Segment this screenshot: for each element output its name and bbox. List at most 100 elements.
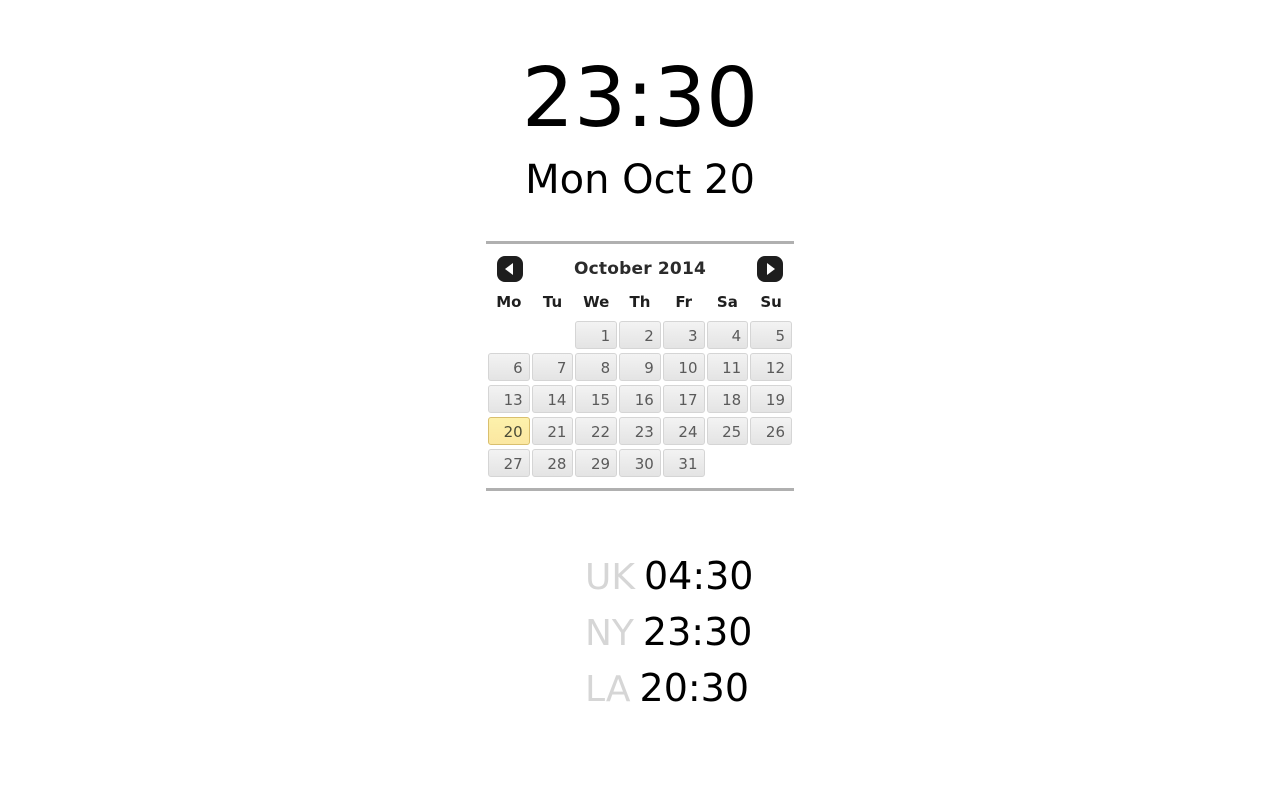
calendar-day-empty (707, 449, 749, 477)
calendar-day-8[interactable]: 8 (575, 353, 618, 381)
calendar-cell: 8 (575, 352, 618, 382)
calendar-day-9[interactable]: 9 (619, 353, 661, 381)
current-time: 23:30 (521, 51, 759, 146)
calendar-day-7[interactable]: 7 (531, 353, 574, 381)
calendar-cell: 10 (662, 352, 705, 382)
calendar-cell: 29 (575, 448, 618, 478)
calendar-day-3[interactable]: 3 (662, 321, 705, 349)
calendar-cell: 15 (575, 384, 618, 414)
calendar-cell: 24 (662, 416, 705, 446)
calendar-day-29[interactable]: 29 (575, 449, 618, 477)
calendar-header: October 2014 (486, 252, 794, 286)
calendar-cell: 11 (706, 352, 749, 382)
calendar-cell: 26 (750, 416, 792, 446)
world-clock-inner: NY 23:30 (515, 604, 765, 668)
calendar-cell: 16 (619, 384, 661, 414)
chevron-left-icon (505, 263, 513, 275)
calendar-cell: 28 (531, 448, 574, 478)
calendar-day-21[interactable]: 21 (531, 417, 574, 445)
weekday-header-mo: Mo (496, 293, 522, 311)
previous-month-button[interactable] (497, 256, 523, 282)
calendar-day-6[interactable]: 6 (488, 353, 530, 381)
calendar-cell: 14 (531, 384, 574, 414)
weekday-header-sa: Sa (716, 293, 738, 311)
weekday-header-th: Th (629, 293, 651, 311)
calendar-day-26[interactable]: 26 (750, 417, 792, 445)
clock-calendar-page: 23:30 Mon Oct 20 October 2014 Mo Tu We T… (0, 0, 1280, 800)
calendar-cell: 18 (706, 384, 749, 414)
calendar-cell: 9 (619, 352, 661, 382)
calendar-day-24[interactable]: 24 (662, 417, 705, 445)
calendar-day-28[interactable]: 28 (531, 449, 574, 477)
calendar-month-title: October 2014 (573, 259, 707, 279)
next-month-button[interactable] (757, 256, 783, 282)
calendar-day-19[interactable]: 19 (750, 385, 792, 413)
calendar-day-20[interactable]: 20 (488, 417, 530, 445)
world-clock-time: 04:30 (643, 554, 754, 598)
calendar-grid: Mo Tu We Th Fr Sa Su 1 2 3 4 5 6 7 8 9 10 11 12 13 14… (486, 286, 794, 480)
world-clock-inner: LA 20:30 (515, 660, 765, 724)
calendar-week-row: 6 7 8 9 10 11 12 (488, 352, 792, 382)
weekday-header-su: Su (760, 293, 782, 311)
calendar-day-13[interactable]: 13 (488, 385, 530, 413)
calendar-day-empty (532, 321, 574, 349)
calendar-body: 1 2 3 4 5 6 7 8 9 10 11 12 13 14 15 16 17 18 19 20 21 22 23 24 2… (488, 320, 792, 478)
calendar-cell: 1 (575, 320, 618, 350)
calendar-cell (488, 320, 530, 350)
calendar-cell: 31 (662, 448, 705, 478)
calendar-day-12[interactable]: 12 (750, 353, 792, 381)
world-clock-label: LA (585, 669, 631, 710)
calendar-cell (750, 448, 792, 478)
calendar-day-17[interactable]: 17 (662, 385, 705, 413)
world-clock-time: 23:30 (642, 610, 753, 654)
calendar-day-27[interactable]: 27 (488, 449, 530, 477)
calendar-cell: 4 (706, 320, 749, 350)
calendar-day-18[interactable]: 18 (706, 385, 749, 413)
calendar-weekday-header-row: Mo Tu We Th Fr Sa Su (488, 288, 792, 318)
weekday-header-fr: Fr (675, 293, 692, 311)
calendar-cell: 2 (619, 320, 661, 350)
calendar-cell: 23 (619, 416, 661, 446)
calendar-day-25[interactable]: 25 (706, 417, 749, 445)
world-clock-inner: UK 04:30 (515, 548, 765, 612)
calendar-day-1[interactable]: 1 (575, 321, 618, 349)
calendar-day-22[interactable]: 22 (575, 417, 618, 445)
calendar-cell: 5 (750, 320, 792, 350)
calendar-day-23[interactable]: 23 (619, 417, 661, 445)
chevron-right-icon (767, 263, 775, 275)
calendar-cell: 22 (575, 416, 618, 446)
calendar-cell: 25 (706, 416, 749, 446)
calendar-day-2[interactable]: 2 (619, 321, 661, 349)
calendar-day-31[interactable]: 31 (662, 449, 705, 477)
calendar-cell: 30 (619, 448, 661, 478)
calendar-day-14[interactable]: 14 (531, 385, 574, 413)
calendar-widget: October 2014 Mo Tu We Th Fr Sa Su 123456… (486, 241, 794, 491)
weekday-header-we: We (583, 293, 610, 311)
current-time-block: 23:30 Mon Oct 20 (0, 51, 1280, 203)
world-clocks-list: UK 04:30 NY 23:30 LA 20:30 (0, 548, 1280, 716)
world-clock-row-la: LA 20:30 (0, 660, 1280, 716)
world-clock-row-ny: NY 23:30 (0, 604, 1280, 660)
calendar-cell: 12 (750, 352, 792, 382)
calendar-day-11[interactable]: 11 (706, 353, 749, 381)
world-clock-label: NY (585, 613, 634, 654)
calendar-day-30[interactable]: 30 (619, 449, 661, 477)
calendar-day-10[interactable]: 10 (662, 353, 705, 381)
calendar-day-4[interactable]: 4 (706, 321, 749, 349)
calendar-week-row: 13 14 15 16 17 18 19 (488, 384, 792, 414)
calendar-cell: 3 (662, 320, 705, 350)
current-date: Mon Oct 20 (525, 157, 755, 203)
calendar-cell: 27 (488, 448, 530, 478)
calendar-week-row: 20 21 22 23 24 25 26 (488, 416, 792, 446)
calendar-cell (707, 448, 749, 478)
calendar-cell: 17 (662, 384, 705, 414)
calendar-cell (532, 320, 574, 350)
calendar-day-5[interactable]: 5 (750, 321, 792, 349)
calendar-day-empty (750, 449, 792, 477)
calendar-cell: 7 (531, 352, 574, 382)
calendar-cell: 6 (488, 352, 530, 382)
calendar-cell: 19 (750, 384, 792, 414)
calendar-day-15[interactable]: 15 (575, 385, 618, 413)
world-clock-row-uk: UK 04:30 (0, 548, 1280, 604)
calendar-day-16[interactable]: 16 (619, 385, 661, 413)
